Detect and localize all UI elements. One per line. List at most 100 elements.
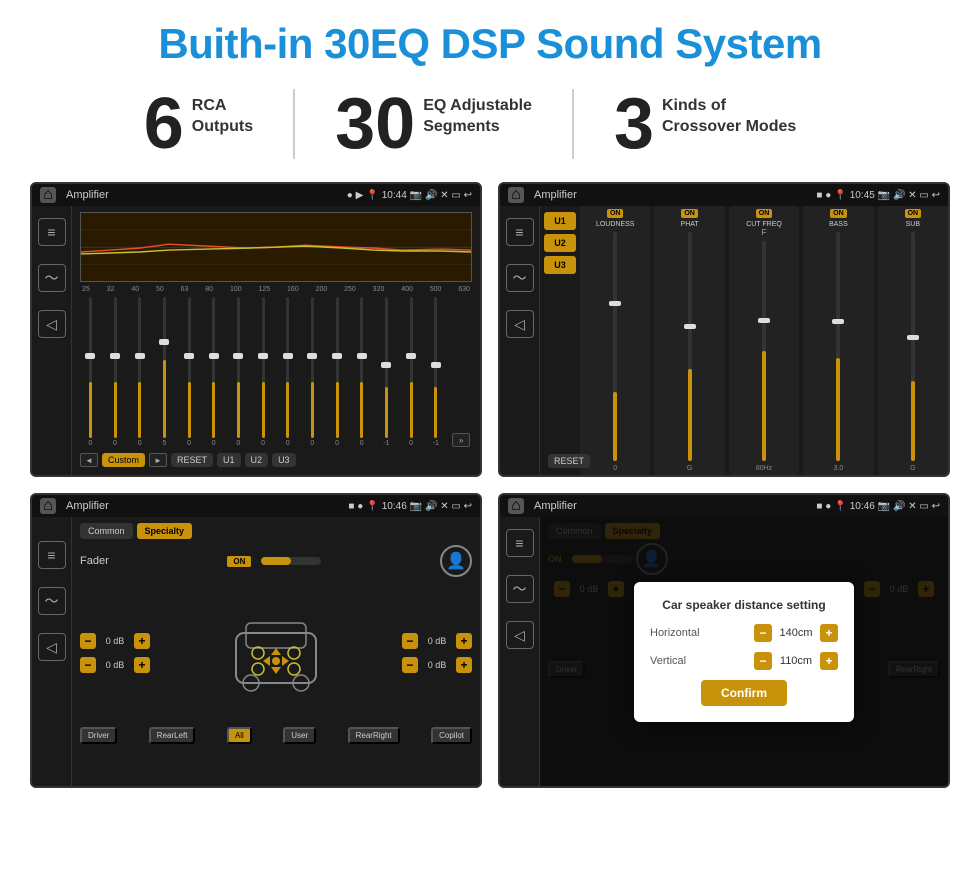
eq-slider-1[interactable]: 0: [80, 297, 101, 447]
fader-user-btn[interactable]: User: [283, 727, 316, 744]
eq-prev-btn[interactable]: ◄: [80, 453, 98, 467]
cross-u3-btn[interactable]: U3: [544, 256, 576, 274]
dialog-horizontal-row: Horizontal − 140cm +: [650, 624, 838, 642]
eq-u3-btn[interactable]: U3: [272, 453, 296, 467]
horizontal-label: Horizontal: [650, 627, 700, 639]
fader-car-area: − 0 dB + − 0 dB +: [80, 583, 472, 723]
vol-row-3: − 0 dB +: [402, 633, 472, 649]
eq-slider-15[interactable]: -1: [425, 297, 446, 447]
eq-slider-10[interactable]: 0: [302, 297, 323, 447]
horizontal-plus-btn[interactable]: +: [820, 624, 838, 642]
cross-reset-btn-area[interactable]: RESET: [548, 451, 590, 469]
fader-wave-icon[interactable]: 〜: [38, 587, 66, 615]
dialog-tuner-icon[interactable]: ≡: [506, 529, 534, 557]
eq-slider-3[interactable]: 0: [129, 297, 150, 447]
fader-driver-btn[interactable]: Driver: [80, 727, 117, 744]
eq-wave-icon[interactable]: 〜: [38, 264, 66, 292]
eq-arrow-right[interactable]: »: [452, 433, 470, 447]
fader-content: ≡ 〜 ◁ Common Specialty Fader ON: [32, 517, 480, 786]
vol-val-4: 0 dB: [421, 660, 453, 670]
fader-rearleft-btn[interactable]: RearLeft: [149, 727, 196, 744]
vertical-plus-btn[interactable]: +: [820, 652, 838, 670]
vertical-value: 110cm: [776, 655, 816, 667]
cross-cutfreq: ON CUT FREQ F 80Hz: [729, 206, 799, 475]
home-icon[interactable]: ⌂: [40, 187, 56, 203]
vol-plus-3[interactable]: +: [456, 633, 472, 649]
fader-tab-specialty[interactable]: Specialty: [137, 523, 193, 539]
cross-home-icon[interactable]: ⌂: [508, 187, 524, 203]
fader-tabs: Common Specialty: [80, 523, 472, 539]
vertical-controls: − 110cm +: [754, 652, 838, 670]
vol-plus-2[interactable]: +: [134, 657, 150, 673]
vol-plus-4[interactable]: +: [456, 657, 472, 673]
cross-status-bar: ⌂ Amplifier ■ ● 📍 10:45 📷 🔊 ✕ ▭ ↩: [500, 184, 948, 206]
cross-status-icons: ■ ● 📍 10:45 📷 🔊 ✕ ▭ ↩: [816, 190, 940, 201]
vol-minus-4[interactable]: −: [402, 657, 418, 673]
vol-val-3: 0 dB: [421, 636, 453, 646]
eq-next-btn[interactable]: ►: [149, 453, 167, 467]
stat-rca: 6 RCA Outputs: [144, 88, 293, 160]
eq-reset-btn[interactable]: RESET: [171, 453, 213, 467]
dialog-content: ≡ 〜 ◁ Common Specialty ON: [500, 517, 948, 786]
fader-home-icon[interactable]: ⌂: [40, 498, 56, 514]
eq-tuner-icon[interactable]: ≡: [38, 218, 66, 246]
fader-all-btn[interactable]: All: [227, 727, 252, 744]
dialog-screen: ⌂ Amplifier ■ ● 📍 10:46 📷 🔊 ✕ ▭ ↩ ≡ 〜 ◁: [498, 493, 950, 788]
eq-slider-14[interactable]: 0: [401, 297, 422, 447]
fader-tuner-icon[interactable]: ≡: [38, 541, 66, 569]
eq-slider-8[interactable]: 0: [253, 297, 274, 447]
vertical-minus-btn[interactable]: −: [754, 652, 772, 670]
cross-loudness: ON LOUDNESS 0: [580, 206, 650, 475]
eq-slider-13[interactable]: -1: [376, 297, 397, 447]
fader-rearright-btn[interactable]: RearRight: [348, 727, 400, 744]
vol-plus-1[interactable]: +: [134, 633, 150, 649]
stat-crossover: 3 Kinds of Crossover Modes: [574, 88, 836, 160]
cross-tuner-icon[interactable]: ≡: [506, 218, 534, 246]
fader-speaker-icon[interactable]: ◁: [38, 633, 66, 661]
vertical-label: Vertical: [650, 655, 686, 667]
stat-number-3: 3: [614, 88, 654, 160]
eq-custom-btn[interactable]: Custom: [102, 453, 145, 467]
confirm-button[interactable]: Confirm: [701, 680, 787, 706]
fader-label: Fader: [80, 555, 109, 567]
fader-h-slider[interactable]: [261, 557, 321, 565]
cross-presets: U1 U2 U3: [540, 206, 580, 475]
fader-bottom: Driver RearLeft All User RearRight Copil…: [80, 727, 472, 744]
cross-content: ≡ 〜 ◁ U1 U2 U3 ON LOUDNESS 0: [500, 206, 948, 475]
eq-u1-btn[interactable]: U1: [217, 453, 241, 467]
eq-slider-4[interactable]: 5: [154, 297, 175, 447]
horizontal-value: 140cm: [776, 627, 816, 639]
eq-slider-12[interactable]: 0: [351, 297, 372, 447]
cross-wave-icon[interactable]: 〜: [506, 264, 534, 292]
cross-speaker-icon[interactable]: ◁: [506, 310, 534, 338]
dialog-wave-icon[interactable]: 〜: [506, 575, 534, 603]
eq-slider-11[interactable]: 0: [327, 297, 348, 447]
vol-minus-2[interactable]: −: [80, 657, 96, 673]
cross-u1-btn[interactable]: U1: [544, 212, 576, 230]
eq-u2-btn[interactable]: U2: [245, 453, 269, 467]
eq-slider-5[interactable]: 0: [179, 297, 200, 447]
eq-slider-9[interactable]: 0: [277, 297, 298, 447]
horizontal-minus-btn[interactable]: −: [754, 624, 772, 642]
fader-on-badge[interactable]: ON: [227, 556, 251, 567]
eq-slider-7[interactable]: 0: [228, 297, 249, 447]
fader-tab-common[interactable]: Common: [80, 523, 133, 539]
cross-app-title: Amplifier: [534, 189, 810, 201]
vol-minus-3[interactable]: −: [402, 633, 418, 649]
dialog-speaker-icon[interactable]: ◁: [506, 621, 534, 649]
fader-status-bar: ⌂ Amplifier ■ ● 📍 10:46 📷 🔊 ✕ ▭ ↩: [32, 495, 480, 517]
eq-graph: [80, 212, 472, 282]
vol-minus-1[interactable]: −: [80, 633, 96, 649]
page-title: Buith-in 30EQ DSP Sound System: [30, 20, 950, 68]
eq-speaker-icon[interactable]: ◁: [38, 310, 66, 338]
cross-u2-btn[interactable]: U2: [544, 234, 576, 252]
fader-avatar[interactable]: 👤: [440, 545, 472, 577]
eq-slider-2[interactable]: 0: [105, 297, 126, 447]
page-wrapper: Buith-in 30EQ DSP Sound System 6 RCA Out…: [0, 0, 980, 881]
dialog-vertical-row: Vertical − 110cm +: [650, 652, 838, 670]
dialog-home-icon[interactable]: ⌂: [508, 498, 524, 514]
eq-freq-labels: 25 32 40 50 63 80 100 125 160 200 250 32…: [80, 286, 472, 293]
fader-copilot-btn[interactable]: Copilot: [431, 727, 472, 744]
cross-reset-btn[interactable]: RESET: [548, 454, 590, 468]
eq-slider-6[interactable]: 0: [203, 297, 224, 447]
